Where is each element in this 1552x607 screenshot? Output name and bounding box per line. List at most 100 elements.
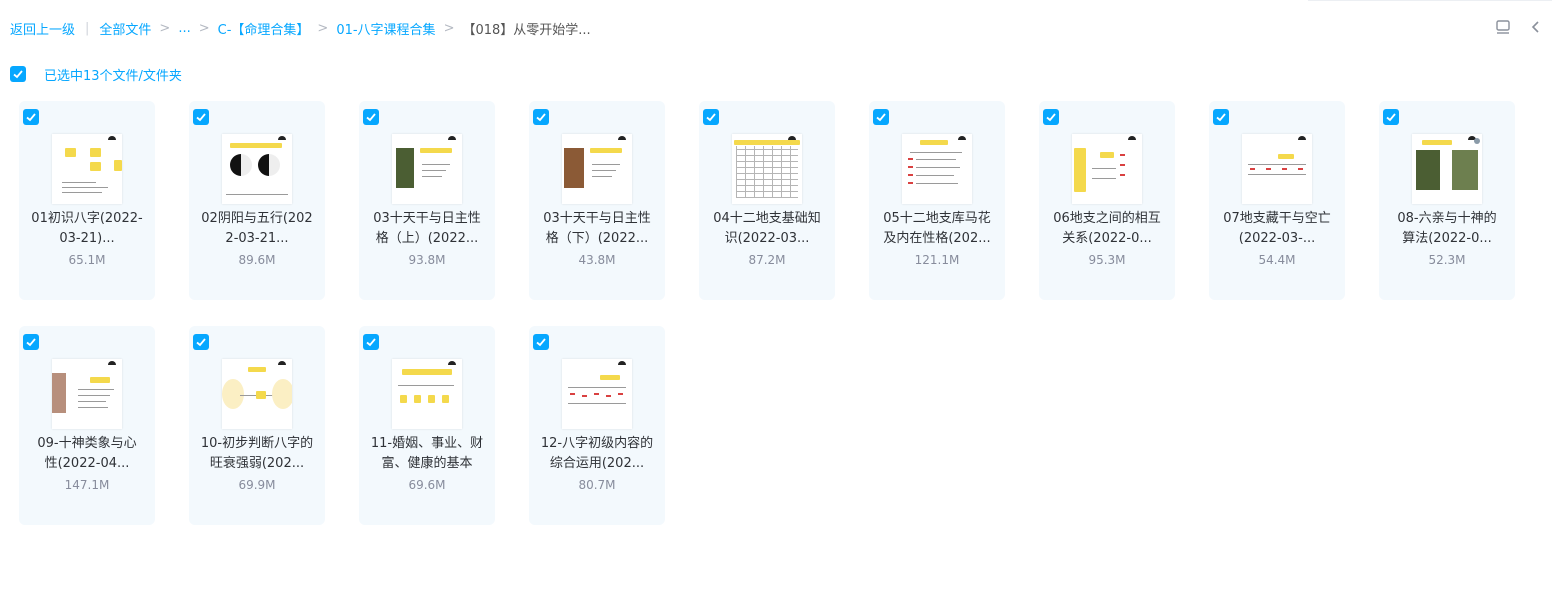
breadcrumb-divider: | — [85, 20, 90, 36]
file-checkbox[interactable] — [363, 334, 379, 350]
file-card[interactable]: 03十天干与日主性 格（上）(2022... 93.8M — [359, 101, 495, 300]
file-size: 69.9M — [238, 478, 276, 492]
file-thumbnail — [902, 134, 972, 204]
file-checkbox[interactable] — [873, 109, 889, 125]
file-name[interactable]: 07地支藏干与空亡 (2022-03-... — [1213, 209, 1341, 249]
file-name-line2: 算法(2022-0... — [1402, 231, 1492, 246]
logo-icon — [1298, 136, 1306, 140]
file-name-line1: 03十天干与日主性 — [373, 211, 481, 226]
logo-icon — [448, 361, 456, 365]
file-name[interactable]: 09-十神类象与心 性(2022-04... — [23, 434, 151, 474]
list-view-icon[interactable] — [1494, 18, 1512, 36]
file-size: 65.1M — [68, 253, 106, 267]
file-thumbnail — [392, 134, 462, 204]
file-size: 43.8M — [578, 253, 616, 267]
breadcrumb-level2[interactable]: 01-八字课程合集 — [336, 19, 435, 38]
file-checkbox[interactable] — [533, 109, 549, 125]
file-name[interactable]: 03十天干与日主性 格（上）(2022... — [363, 209, 491, 249]
logo-icon — [278, 136, 286, 140]
file-thumbnail — [52, 134, 122, 204]
file-name-line2: 富、健康的基本 — [381, 456, 473, 471]
file-name-line1: 10-初步判断八字的 — [200, 436, 314, 451]
file-checkbox[interactable] — [363, 109, 379, 125]
file-name-line1: 12-八字初级内容的 — [540, 436, 654, 451]
file-name[interactable]: 02阴阳与五行(202 2-03-21... — [193, 209, 321, 249]
breadcrumb-ellipsis[interactable]: ... — [178, 21, 190, 36]
file-size: 121.1M — [914, 253, 960, 267]
file-thumbnail — [52, 359, 122, 429]
file-name[interactable]: 06地支之间的相互 关系(2022-0... — [1043, 209, 1171, 249]
logo-icon — [448, 136, 456, 140]
file-name[interactable]: 11-婚姻、事业、财 富、健康的基本 — [363, 434, 491, 474]
file-name-line2: 及内在性格(202... — [883, 231, 991, 246]
breadcrumb: 返回上一级 | 全部文件 > ... > C-【命理合集】 > 01-八字课程合… — [10, 17, 591, 39]
file-grid: 01初识八字(2022- 03-21)... 65.1M 02阴阳与五行(202 2-0… — [19, 101, 1519, 531]
file-card[interactable]: 05十二地支库马花 及内在性格(202... 121.1M — [869, 101, 1005, 300]
logo-icon — [108, 136, 116, 140]
file-checkbox[interactable] — [193, 109, 209, 125]
file-checkbox[interactable] — [1383, 109, 1399, 125]
file-name[interactable]: 08-六亲与十神的 算法(2022-0... — [1383, 209, 1511, 249]
file-checkbox[interactable] — [703, 109, 719, 125]
file-card[interactable]: 03十天干与日主性 格（下）(2022... 43.8M — [529, 101, 665, 300]
file-name-line1: 01初识八字(2022- — [31, 211, 143, 226]
file-size: 95.3M — [1088, 253, 1126, 267]
file-card[interactable]: 02阴阳与五行(202 2-03-21... 89.6M — [189, 101, 325, 300]
file-name[interactable]: 12-八字初级内容的 综合运用(202... — [533, 434, 661, 474]
file-name-line2: 性(2022-04... — [44, 456, 130, 471]
file-card[interactable]: 04十二地支基础知 识(2022-03... 87.2M — [699, 101, 835, 300]
file-name-line1: 07地支藏干与空亡 — [1223, 211, 1331, 226]
top-divider — [1308, 0, 1552, 1]
breadcrumb-all-files[interactable]: 全部文件 — [99, 19, 151, 38]
file-name-line2: 格（上）(2022... — [375, 231, 479, 246]
file-checkbox[interactable] — [533, 334, 549, 350]
breadcrumb-level1[interactable]: C-【命理合集】 — [218, 19, 310, 38]
file-card[interactable]: 01初识八字(2022- 03-21)... 65.1M — [19, 101, 155, 300]
file-name[interactable]: 10-初步判断八字的 旺衰强弱(202... — [193, 434, 321, 474]
file-name-line2: 03-21)... — [59, 231, 115, 246]
file-card[interactable]: 09-十神类象与心 性(2022-04... 147.1M — [19, 326, 155, 525]
file-thumbnail — [1072, 134, 1142, 204]
logo-icon — [108, 361, 116, 365]
selection-count-label: 已选中13个文件/文件夹 — [44, 68, 182, 84]
back-link[interactable]: 返回上一级 — [10, 19, 75, 38]
file-checkbox[interactable] — [23, 109, 39, 125]
file-checkbox[interactable] — [23, 334, 39, 350]
file-size: 69.6M — [408, 478, 446, 492]
file-name-line2: 综合运用(202... — [549, 456, 645, 471]
file-checkbox[interactable] — [1043, 109, 1059, 125]
logo-icon — [618, 361, 626, 365]
file-name-line2: 2-03-21... — [225, 231, 289, 246]
file-name-line1: 02阴阳与五行(202 — [201, 211, 313, 226]
file-checkbox[interactable] — [193, 334, 209, 350]
breadcrumb-separator: > — [159, 20, 171, 36]
file-name[interactable]: 04十二地支基础知 识(2022-03... — [703, 209, 831, 249]
file-size: 87.2M — [748, 253, 786, 267]
file-thumbnail — [222, 134, 292, 204]
file-card[interactable]: 12-八字初级内容的 综合运用(202... 80.7M — [529, 326, 665, 525]
file-checkbox[interactable] — [1213, 109, 1229, 125]
file-card[interactable]: 10-初步判断八字的 旺衰强弱(202... 69.9M — [189, 326, 325, 525]
file-card[interactable]: 07地支藏干与空亡 (2022-03-... 54.4M — [1209, 101, 1345, 300]
file-name[interactable]: 03十天干与日主性 格（下）(2022... — [533, 209, 661, 249]
file-size: 52.3M — [1428, 253, 1466, 267]
file-name-line1: 05十二地支库马花 — [883, 211, 991, 226]
file-name-line2: (2022-03-... — [1238, 231, 1316, 246]
file-card[interactable]: 08-六亲与十神的 算法(2022-0... 52.3M — [1379, 101, 1515, 300]
file-size: 89.6M — [238, 253, 276, 267]
file-name-line1: 03十天干与日主性 — [543, 211, 651, 226]
file-thumbnail — [392, 359, 462, 429]
select-all-checkbox[interactable] — [10, 66, 26, 82]
file-name[interactable]: 01初识八字(2022- 03-21)... — [23, 209, 151, 249]
file-card[interactable]: 11-婚姻、事业、财 富、健康的基本 69.6M — [359, 326, 495, 525]
breadcrumb-separator: > — [443, 20, 455, 36]
breadcrumb-current: 【018】从零开始学... — [462, 22, 591, 38]
file-card[interactable]: 06地支之间的相互 关系(2022-0... 95.3M — [1039, 101, 1175, 300]
file-name-line2: 识(2022-03... — [724, 231, 810, 246]
file-size: 93.8M — [408, 253, 446, 267]
chevron-left-icon[interactable] — [1527, 18, 1545, 36]
file-name[interactable]: 05十二地支库马花 及内在性格(202... — [873, 209, 1001, 249]
file-size: 147.1M — [64, 478, 110, 492]
breadcrumb-separator: > — [317, 20, 329, 36]
file-name-line1: 08-六亲与十神的 — [1397, 211, 1497, 226]
